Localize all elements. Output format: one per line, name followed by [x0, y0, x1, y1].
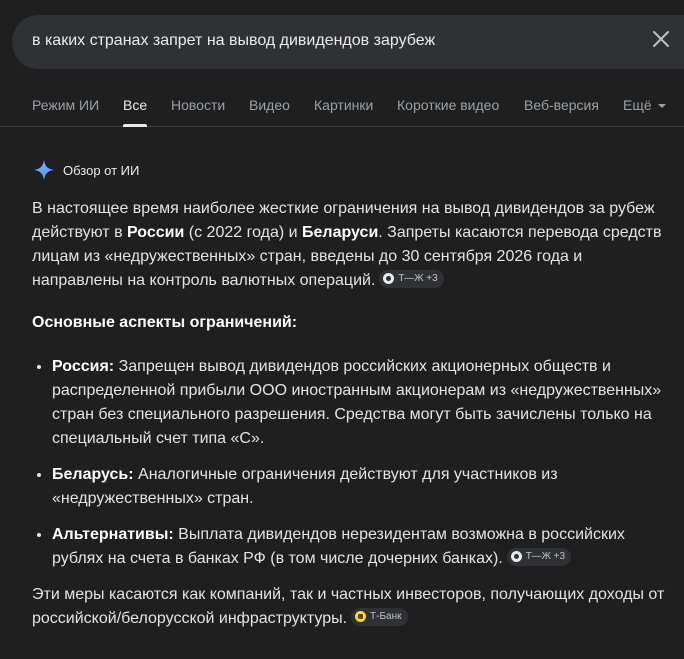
list-item: Альтернативы: Выплата дивидендов нерезид… — [52, 523, 672, 571]
source-chip[interactable]: Т—Ж +3 — [506, 547, 572, 566]
source-chip-label: Т—Ж +3 — [398, 272, 438, 284]
tab-more[interactable]: Ещё — [623, 97, 666, 113]
sparkle-icon — [33, 159, 55, 181]
ai-overview-content: В настоящее время наиболее жесткие огран… — [32, 197, 672, 631]
source-chip-label: Т-Банк — [370, 610, 402, 622]
caret-down-icon — [657, 104, 666, 109]
close-icon[interactable] — [652, 30, 670, 48]
intro-bold-belarus: Беларуси — [302, 224, 379, 241]
source-chip[interactable]: Т—Ж +3 — [379, 269, 444, 288]
tab-news[interactable]: Новости — [171, 97, 225, 113]
search-tabs: Режим ИИ Все Новости Видео Картинки Коро… — [0, 90, 684, 127]
tab-short-videos[interactable]: Короткие видео — [397, 97, 499, 113]
list-item-label: Альтернативы: — [52, 526, 174, 543]
active-tab-indicator — [123, 124, 147, 127]
list-item-label: Россия: — [52, 358, 115, 375]
source-icon — [383, 273, 395, 284]
list-item: Беларусь: Аналогичные ограничения действ… — [52, 463, 672, 511]
aspects-list: Россия: Запрещен вывод дивидендов россий… — [32, 355, 672, 571]
tab-videos[interactable]: Видео — [249, 97, 290, 113]
search-input[interactable]: в каких странах запрет на вывод дивиденд… — [32, 32, 435, 50]
tab-ai-mode[interactable]: Режим ИИ — [32, 97, 99, 113]
intro-bold-russia: России — [127, 224, 185, 241]
intro-text-2: (с 2022 года) и — [184, 224, 303, 241]
source-chip-label: Т—Ж +3 — [525, 550, 566, 562]
aspects-heading: Основные аспекты ограничений: — [32, 314, 298, 331]
tbank-logo-icon — [355, 611, 367, 622]
search-bar[interactable]: в каких странах запрет на вывод дивиденд… — [12, 15, 684, 69]
tab-all[interactable]: Все — [123, 97, 147, 113]
closing-paragraph: Эти меры касаются как компаний, так и ча… — [32, 583, 672, 631]
tab-more-label: Ещё — [623, 97, 652, 113]
ai-overview-header: Обзор от ИИ — [33, 158, 139, 182]
tab-web[interactable]: Веб-версия — [524, 97, 599, 113]
list-item-text: Запрещен вывод дивидендов российских акц… — [52, 358, 662, 447]
closing-text: Эти меры касаются как компаний, так и ча… — [32, 586, 665, 627]
source-chip-tbank[interactable]: Т-Банк — [351, 607, 408, 626]
intro-paragraph: В настоящее время наиболее жесткие огран… — [32, 197, 672, 293]
source-icon — [510, 551, 522, 562]
ai-overview-title: Обзор от ИИ — [63, 162, 140, 178]
list-item: Россия: Запрещен вывод дивидендов россий… — [52, 355, 672, 451]
list-item-label: Беларусь: — [52, 466, 134, 483]
tab-images[interactable]: Картинки — [314, 97, 373, 113]
